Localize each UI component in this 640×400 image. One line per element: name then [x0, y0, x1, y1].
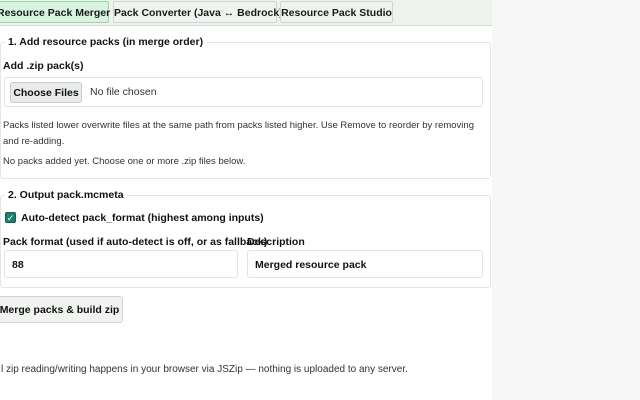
zip-file-input[interactable]: Choose Files No file chosen [4, 77, 483, 107]
check-icon: ✓ [6, 213, 15, 223]
merge-packs-button[interactable]: Merge packs & build zip [0, 296, 123, 323]
merge-order-help: Packs listed lower overwrite files at th… [3, 120, 474, 147]
add-packs-legend: 1. Add resource packs (in merge order) [5, 36, 207, 49]
pack-format-input[interactable]: 88 [4, 250, 238, 278]
file-status: No file chosen [90, 86, 157, 98]
auto-detect-checkbox[interactable]: ✓ [5, 212, 16, 223]
tab-pack-converter[interactable]: Pack Converter (Java ↔ Bedrock) [113, 1, 283, 23]
output-mcmeta-section: 2. Output pack.mcmeta ✓ Auto-detect pack… [0, 189, 491, 288]
pack-format-label: Pack format (used if auto-detect is off,… [3, 236, 268, 248]
tab-bar: Resource Pack Merger Pack Converter (Jav… [0, 0, 492, 26]
add-packs-section: 1. Add resource packs (in merge order) A… [0, 36, 491, 179]
choose-files-button[interactable]: Choose Files [10, 82, 82, 103]
tab-resource-pack-merger[interactable]: Resource Pack Merger [0, 1, 110, 23]
description-label: Description [247, 236, 305, 248]
description-input[interactable]: Merged resource pack [247, 250, 483, 278]
tab-resource-pack-studio[interactable]: Resource Pack Studio [280, 1, 393, 23]
auto-detect-label[interactable]: Auto-detect pack_format (highest among i… [21, 212, 264, 224]
privacy-footer: l zip reading/writing happens in your br… [1, 364, 408, 375]
page: Resource Pack Merger Pack Converter (Jav… [0, 0, 492, 400]
output-legend: 2. Output pack.mcmeta [5, 189, 127, 202]
empty-packs-message: No packs added yet. Choose one or more .… [3, 156, 246, 167]
zip-label: Add .zip pack(s) [3, 60, 84, 72]
